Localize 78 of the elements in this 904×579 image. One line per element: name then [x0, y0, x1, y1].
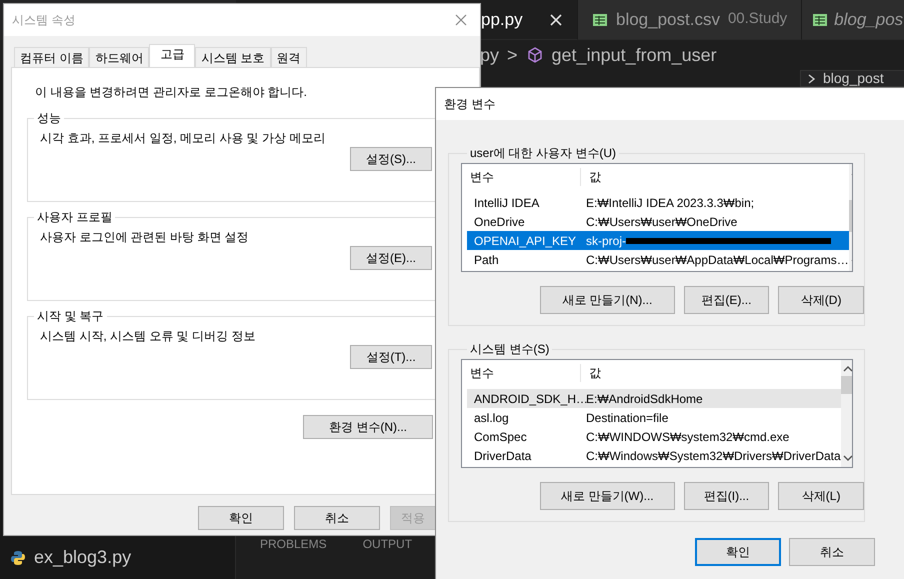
tab-label: pp.py — [481, 8, 523, 31]
variable-value: E:₩IntelliJ IDEA 2023.3.3₩bin; — [586, 196, 754, 210]
list-row[interactable]: OneDrive C:₩Users₩user₩OneDrive — [467, 212, 849, 231]
notice-text: 이 내용을 변경하려면 관리자로 로그온해야 합니다. — [35, 84, 308, 101]
spreadsheet-icon — [812, 12, 828, 28]
variable-value: C:₩Users₩user₩AppData₩Local₩Programs… — [586, 252, 849, 266]
variable-value: sk-proj- — [586, 234, 626, 248]
window-title: 시스템 속성 — [12, 12, 76, 29]
column-header[interactable]: 변수 — [462, 168, 580, 186]
group-title: user에 대한 사용자 변수(U) — [469, 146, 618, 160]
tab[interactable]: 시스템 보호 — [195, 47, 271, 67]
list-row[interactable]: DriverData C:₩Windows₩System32₩Drivers₩DriverData — [467, 446, 841, 465]
dialog-button[interactable]: 새로 만들기(N)... — [540, 286, 675, 314]
variable-name: ANDROID_SDK_H… — [473, 390, 585, 408]
panel-tab[interactable]: OUTPUT — [362, 535, 412, 575]
list-row[interactable]: OPENAI_API_KEY sk-proj- — [467, 231, 849, 250]
tab-label: blog_pos — [834, 8, 904, 31]
tab-label: blog_post.csv — [616, 8, 720, 31]
variable-name: Path — [473, 252, 500, 268]
breadcrumb-item[interactable]: get_input_from_user — [552, 42, 717, 68]
scrollbar[interactable] — [840, 360, 852, 467]
group-description: 시각 효과, 프로세서 일정, 메모리 사용 및 가상 메모리 — [40, 130, 326, 147]
group-title: 사용자 프로필 — [36, 210, 114, 224]
group-title: 시스템 변수(S) — [469, 342, 550, 356]
breadcrumb-item[interactable]: py — [480, 42, 500, 68]
dialog-button[interactable]: 삭제(L) — [778, 482, 864, 510]
tab[interactable]: 원격 — [270, 47, 307, 67]
variable-value: C:₩WINDOWS₩system32₩cmd.exe — [586, 430, 790, 444]
variable-value: C:₩Users₩user₩OneDrive — [586, 214, 738, 228]
settings-button[interactable]: 설정(S)... — [350, 147, 432, 171]
dialog-button[interactable]: 편집(I)... — [684, 482, 770, 510]
list-row[interactable]: ComSpec C:₩WINDOWS₩system32₩cmd.exe — [467, 427, 841, 446]
scrollbar-thumb[interactable] — [840, 376, 852, 394]
variable-name: OneDrive — [473, 214, 526, 230]
variable-name: IntelliJ IDEA — [473, 194, 540, 212]
variable-name: DriverData — [473, 448, 532, 464]
dialog-button[interactable]: 새로 만들기(W)... — [540, 482, 675, 510]
outline-title: blog_post — [823, 71, 884, 86]
window-title: 환경 변수 — [444, 96, 496, 113]
breadcrumb-separator: > — [507, 44, 518, 66]
close-icon — [454, 13, 468, 27]
environment-variables-button[interactable]: 환경 변수(N)... — [303, 415, 433, 439]
chevron-icon — [807, 72, 817, 84]
editor-tab[interactable]: blog_pos — [802, 0, 904, 40]
dialog-button[interactable]: 삭제(D) — [778, 286, 864, 314]
spreadsheet-icon — [592, 12, 608, 28]
settings-button[interactable]: 설정(T)... — [350, 345, 432, 369]
variable-name: ComSpec — [473, 428, 528, 446]
dialog-button[interactable]: 확인 — [198, 506, 284, 530]
group-description: 시스템 시작, 시스템 오류 및 디버깅 정보 — [40, 328, 256, 345]
dialog-button[interactable]: 취소 — [294, 506, 380, 530]
dialog-button[interactable]: 취소 — [789, 538, 875, 566]
dialog-button[interactable]: 확인 — [695, 538, 781, 566]
panel-tab[interactable]: PROBLEMS — [260, 535, 327, 575]
variable-value: E:₩AndroidSdkHome — [586, 392, 703, 406]
list-row[interactable]: asl.log Destination=file — [467, 408, 841, 427]
tab[interactable]: 고급 — [149, 44, 196, 67]
variable-value: Destination=file — [586, 410, 668, 424]
editor-tab[interactable]: blog_post.csv 00.Study — [578, 0, 802, 40]
variable-value: C:₩Windows₩System32₩Drivers₩DriverData — [586, 448, 841, 462]
python-icon — [10, 550, 26, 566]
tab[interactable]: 컴퓨터 이름 — [14, 47, 90, 67]
dialog-button[interactable]: 편집(E)... — [684, 286, 770, 314]
cube-icon — [526, 46, 544, 64]
list-row[interactable]: ANDROID_SDK_H…E:₩AndroidSdkHome — [467, 389, 841, 408]
close-icon — [548, 12, 563, 26]
group-description: 사용자 로그인에 관련된 바탕 화면 설정 — [40, 229, 250, 246]
column-header[interactable]: 변수 — [462, 364, 580, 382]
file-item[interactable]: ex_blog3.py — [34, 544, 132, 571]
group-title: 시작 및 복구 — [36, 309, 105, 323]
list-row[interactable]: IntelliJ IDEA E:₩IntelliJ IDEA 2023.3.3₩bin; — [467, 193, 849, 212]
settings-button[interactable]: 설정(E)... — [350, 246, 432, 270]
tab-description: 00.Study — [728, 9, 788, 30]
list-row[interactable]: Path C:₩Users₩user₩AppData₩Local₩Programs… — [467, 250, 849, 269]
group-title: 성능 — [36, 111, 62, 125]
variable-name: asl.log — [473, 410, 510, 426]
variable-name: OPENAI_API_KEY — [473, 232, 578, 250]
tab[interactable]: 하드웨어 — [89, 47, 150, 67]
